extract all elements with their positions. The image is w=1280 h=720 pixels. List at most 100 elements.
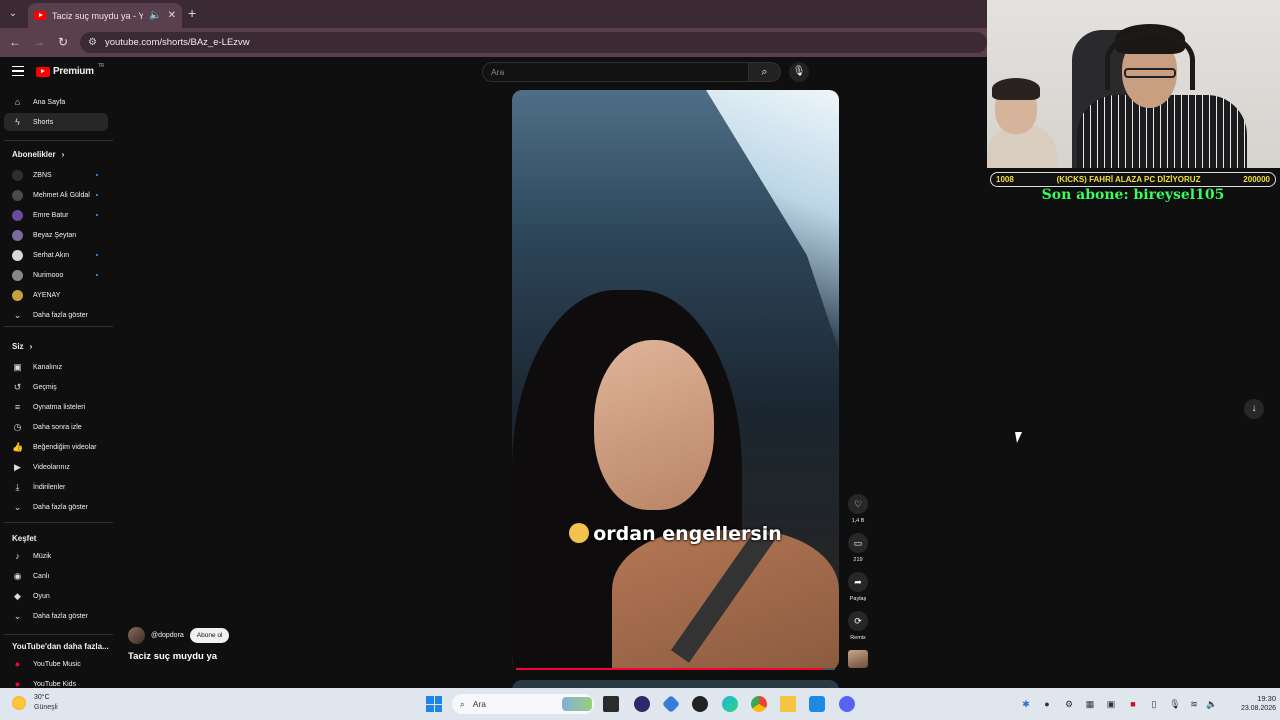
sidebar-item-daha-fazla-g-ster[interactable]: ⌄ Daha fazla göster	[4, 607, 108, 625]
windows-start-icon[interactable]	[426, 696, 442, 712]
sidebar-item-serhat-ak-n[interactable]: Serhat Akın	[4, 246, 108, 264]
forward-icon[interactable]: →	[31, 34, 47, 50]
sidebar-item-zbns[interactable]: ZBNS	[4, 166, 108, 184]
sidebar-item-label: YouTube Kids	[33, 680, 77, 688]
wifi-icon[interactable]: ≋	[1188, 698, 1200, 710]
new-tab-button[interactable]: +	[188, 5, 196, 21]
sidebar-item-daha-fazla-g-ster[interactable]: ⌄ Daha fazla göster	[4, 306, 108, 324]
playlist-icon: ≡	[14, 401, 21, 412]
like-icon: 👍	[12, 441, 24, 452]
back-icon[interactable]: ←	[7, 34, 23, 50]
browser-tab[interactable]: Taciz suç muydu ya - YouTu 🔈 ✕	[28, 3, 182, 28]
sidebar-item-daha-fazla-g-ster[interactable]: ⌄ Daha fazla göster	[4, 498, 108, 516]
file-explorer-icon[interactable]	[780, 696, 796, 712]
hamburger-menu-icon[interactable]	[12, 66, 24, 76]
tray-app-icon-1[interactable]: ●	[1041, 698, 1053, 710]
app-icon-3[interactable]	[692, 696, 708, 712]
home-icon: ⌂	[14, 96, 21, 107]
sidebar-item-youtube-music[interactable]: ● YouTube Music	[4, 655, 108, 673]
subscriptions-header[interactable]: Abonelikler ›	[12, 150, 64, 159]
channel-avatar[interactable]	[128, 627, 145, 644]
microphone-icon[interactable]: 🎙	[789, 62, 809, 82]
audio-thumbnail[interactable]	[848, 650, 868, 668]
microphone-tray-icon[interactable]: 🎙	[1169, 698, 1181, 710]
search-input[interactable]: Ara	[482, 62, 749, 82]
sidebar-item-label: Daha fazla göster	[33, 503, 88, 511]
sidebar-item-label: Ana Sayfa	[33, 98, 66, 106]
sidebar-item-oyun[interactable]: ◆ Oyun	[4, 587, 108, 605]
tray-app-icon-3[interactable]: ▦	[1084, 698, 1096, 710]
youtube-premium-logo[interactable]: Premium TR	[36, 63, 104, 77]
edge-icon[interactable]	[722, 696, 738, 712]
search-icon[interactable]: ⌕	[749, 62, 781, 82]
more-from-youtube-header-label: YouTube'dan daha fazla...	[12, 642, 109, 651]
you-header[interactable]: Siz ›	[12, 342, 32, 351]
glasses	[1124, 68, 1176, 78]
app-icon-4[interactable]	[809, 696, 825, 712]
sidebar-item-daha-sonra-izle[interactable]: ◷ Daha sonra izle	[4, 418, 108, 436]
sun-icon[interactable]	[12, 696, 26, 710]
clock-date[interactable]: 23.08.2026	[1222, 705, 1276, 712]
app-icon-1[interactable]	[634, 696, 650, 712]
comment-icon: ▭	[853, 538, 863, 548]
sidebar-item-oynatma-listeleri[interactable]: ≡ Oynatma listeleri	[4, 398, 108, 416]
sidebar-item-ana-sayfa[interactable]: ⌂ Ana Sayfa	[4, 93, 108, 111]
sidebar-item-nurimooo[interactable]: Nurimooo	[4, 266, 108, 284]
explore-header-label: Keşfet	[12, 534, 37, 543]
goal-title: (KICKS) FAHRİ ALAZA PC DİZİYORUZ	[1056, 175, 1201, 184]
tray-app-icon-2[interactable]: ⚙	[1063, 698, 1075, 710]
url-field[interactable]: ⚙ youtube.com/shorts/BAz_e-LEzvw	[80, 32, 987, 53]
short-title[interactable]: Taciz suç muydu ya	[128, 651, 217, 662]
speaker-icon[interactable]: 🔈	[149, 10, 161, 21]
tab-search-dropdown-icon[interactable]: ⌄	[4, 5, 22, 23]
close-tab-icon[interactable]: ✕	[168, 10, 176, 21]
volume-icon[interactable]: 🔈	[1206, 698, 1218, 710]
share-button[interactable]: ➦	[848, 572, 868, 592]
sidebar-item-ayenay[interactable]: AYENAY	[4, 286, 108, 304]
sidebar-item-label: Serhat Akın	[33, 251, 70, 259]
reload-icon[interactable]: ↻	[55, 34, 71, 50]
comment-count: 219	[853, 557, 863, 563]
sidebar-item-canl-[interactable]: ◉ Canlı	[4, 567, 108, 585]
widget-image[interactable]	[562, 697, 592, 711]
discord-icon[interactable]	[839, 696, 855, 712]
new-content-dot	[96, 254, 98, 256]
weather-temperature[interactable]: 30°C	[34, 694, 50, 701]
remix-button[interactable]: ⟳	[848, 611, 868, 631]
task-view-icon[interactable]	[603, 696, 619, 712]
live-icon: ◉	[13, 570, 22, 581]
channel-info: @dopdora Abone ol	[128, 627, 230, 644]
tray-app-icon-4[interactable]: ▣	[1105, 698, 1117, 710]
subscribe-button[interactable]: Abone ol	[189, 628, 230, 643]
sidebar-item-m-zik[interactable]: ♪ Müzik	[4, 547, 108, 565]
sidebar-item-ge-mi-[interactable]: ↺ Geçmiş	[4, 378, 108, 396]
site-settings-icon[interactable]: ⚙	[88, 37, 97, 48]
mouse-cursor-icon	[1015, 432, 1024, 443]
sidebar-item-label: YouTube Music	[33, 660, 81, 668]
sidebar-item-shorts[interactable]: ϟ Shorts	[4, 113, 108, 131]
explore-header[interactable]: Keşfet	[12, 534, 36, 543]
sidebar-item-emre-batur[interactable]: Emre Batur	[4, 206, 108, 224]
clock-time[interactable]: 19:30	[1240, 694, 1276, 703]
shorts-video-player[interactable]	[512, 90, 839, 670]
sidebar-item-i-ndirilenler[interactable]: ⤓ İndirilenler	[4, 478, 108, 496]
weather-condition[interactable]: Güneşli	[34, 704, 58, 711]
sidebar-item-mehmet-ali-g-ldal[interactable]: Mehmet Ali Güldal	[4, 186, 108, 204]
chrome-icon[interactable]	[751, 696, 767, 712]
bluetooth-icon[interactable]: ✱	[1020, 698, 1032, 710]
usb-icon[interactable]: ▯	[1148, 698, 1160, 710]
like-button[interactable]: ♡	[848, 494, 868, 514]
tray-app-icon-5[interactable]: ■	[1127, 698, 1139, 710]
remix-icon: ⟳	[854, 616, 862, 626]
more-from-youtube-header[interactable]: YouTube'dan daha fazla...	[12, 642, 109, 651]
sidebar-item-videolar-n-z[interactable]: ▶ Videolarınız	[4, 458, 108, 476]
share-label: Paylaş	[849, 596, 867, 602]
channel-handle[interactable]: @dopdora	[151, 632, 184, 639]
remix-label: Remix	[850, 635, 866, 641]
shorts-icon: ϟ	[15, 116, 20, 127]
sidebar-item-kanal-n-z[interactable]: ▣ Kanalınız	[4, 358, 108, 376]
comment-button[interactable]: ▭	[848, 533, 868, 553]
sidebar-item-be-endi-im-videolar[interactable]: 👍 Beğendiğim videolar	[4, 438, 108, 456]
next-video-button[interactable]: ↓	[1244, 399, 1264, 419]
sidebar-item-beyaz-eytan[interactable]: Beyaz Şeytan	[4, 226, 108, 244]
